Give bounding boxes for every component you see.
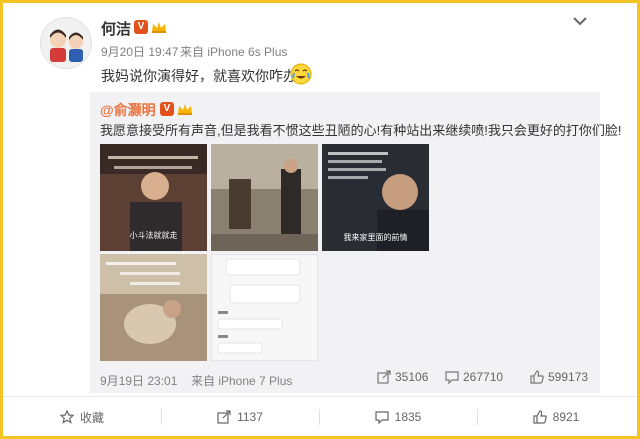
like-button[interactable]: 8921 (477, 397, 635, 437)
crying-laugh-emoji-icon (290, 63, 312, 85)
share-icon (217, 410, 231, 424)
comment-button-count: 1835 (394, 410, 422, 424)
thumbnail-caption: 小斗法就就走 (129, 231, 178, 240)
post-time[interactable]: 9月20日 19:47 (101, 43, 178, 60)
thumbnail-image[interactable]: 我来家里面的前情 (322, 144, 429, 251)
crown-icon (152, 22, 166, 33)
comment-button[interactable]: 1835 (319, 397, 477, 437)
repost-source: 来自 iPhone 7 Plus (191, 374, 293, 388)
crown-icon (178, 104, 192, 115)
verified-icon: V (134, 20, 148, 34)
repost-comment-label: 267710 (463, 370, 504, 384)
action-bar: 收藏 1137 1835 8921 (3, 396, 637, 436)
thumbnail-image[interactable] (100, 254, 207, 361)
repost-username[interactable]: @俞灏明 (100, 100, 156, 120)
star-icon (59, 410, 74, 424)
repost-text: 我愿意接受所有声音,但是我看不惯这些丑陋的心!有种站出来继续喷!我只会更好的打你… (100, 123, 622, 138)
repost-count-label: 35106 (395, 370, 429, 384)
thumbnail-caption: 我来家里面的前情 (343, 233, 408, 242)
repost-button-count: 1137 (237, 410, 263, 424)
avatar[interactable] (40, 17, 92, 69)
repost-forward-count[interactable]: 35106 (377, 370, 428, 384)
repost-like-label: 599173 (548, 370, 589, 384)
thumbnail-image[interactable] (211, 144, 318, 251)
favorite-label: 收藏 (79, 410, 104, 425)
comment-icon (375, 411, 389, 424)
repost-like-count[interactable]: 599173 (530, 370, 588, 384)
post-username[interactable]: 何洁 (101, 18, 131, 39)
like-button-count: 8921 (552, 410, 580, 424)
thumbs-up-icon (533, 410, 547, 424)
repost-box[interactable]: @俞灏明 V 我愿意接受所有声音,但是我看不惯这些丑陋的心!有种站出来继续喷!我… (90, 92, 621, 393)
repost-comment-count[interactable]: 267710 (445, 370, 503, 384)
thumbs-up-icon (530, 370, 544, 384)
weibo-card: 何洁 V 9月20日 19:47 来自 iPhone 6s Plus 我妈说你演… (3, 3, 637, 436)
repost-button[interactable]: 1137 (161, 397, 319, 437)
repost-time[interactable]: 9月19日 23:01 (100, 372, 177, 389)
share-icon (377, 370, 391, 384)
thumbnail-image[interactable] (211, 254, 318, 361)
thumbnail-image[interactable]: 小斗法就就走 (100, 144, 207, 251)
post-source: 来自 iPhone 6s Plus (180, 45, 288, 59)
favorite-button[interactable]: 收藏 (3, 397, 161, 437)
post-text: 我妈说你演得好，就喜欢你咋办 (101, 68, 297, 84)
chevron-down-icon[interactable] (571, 15, 589, 27)
comment-icon (445, 371, 459, 384)
verified-icon: V (160, 102, 174, 116)
